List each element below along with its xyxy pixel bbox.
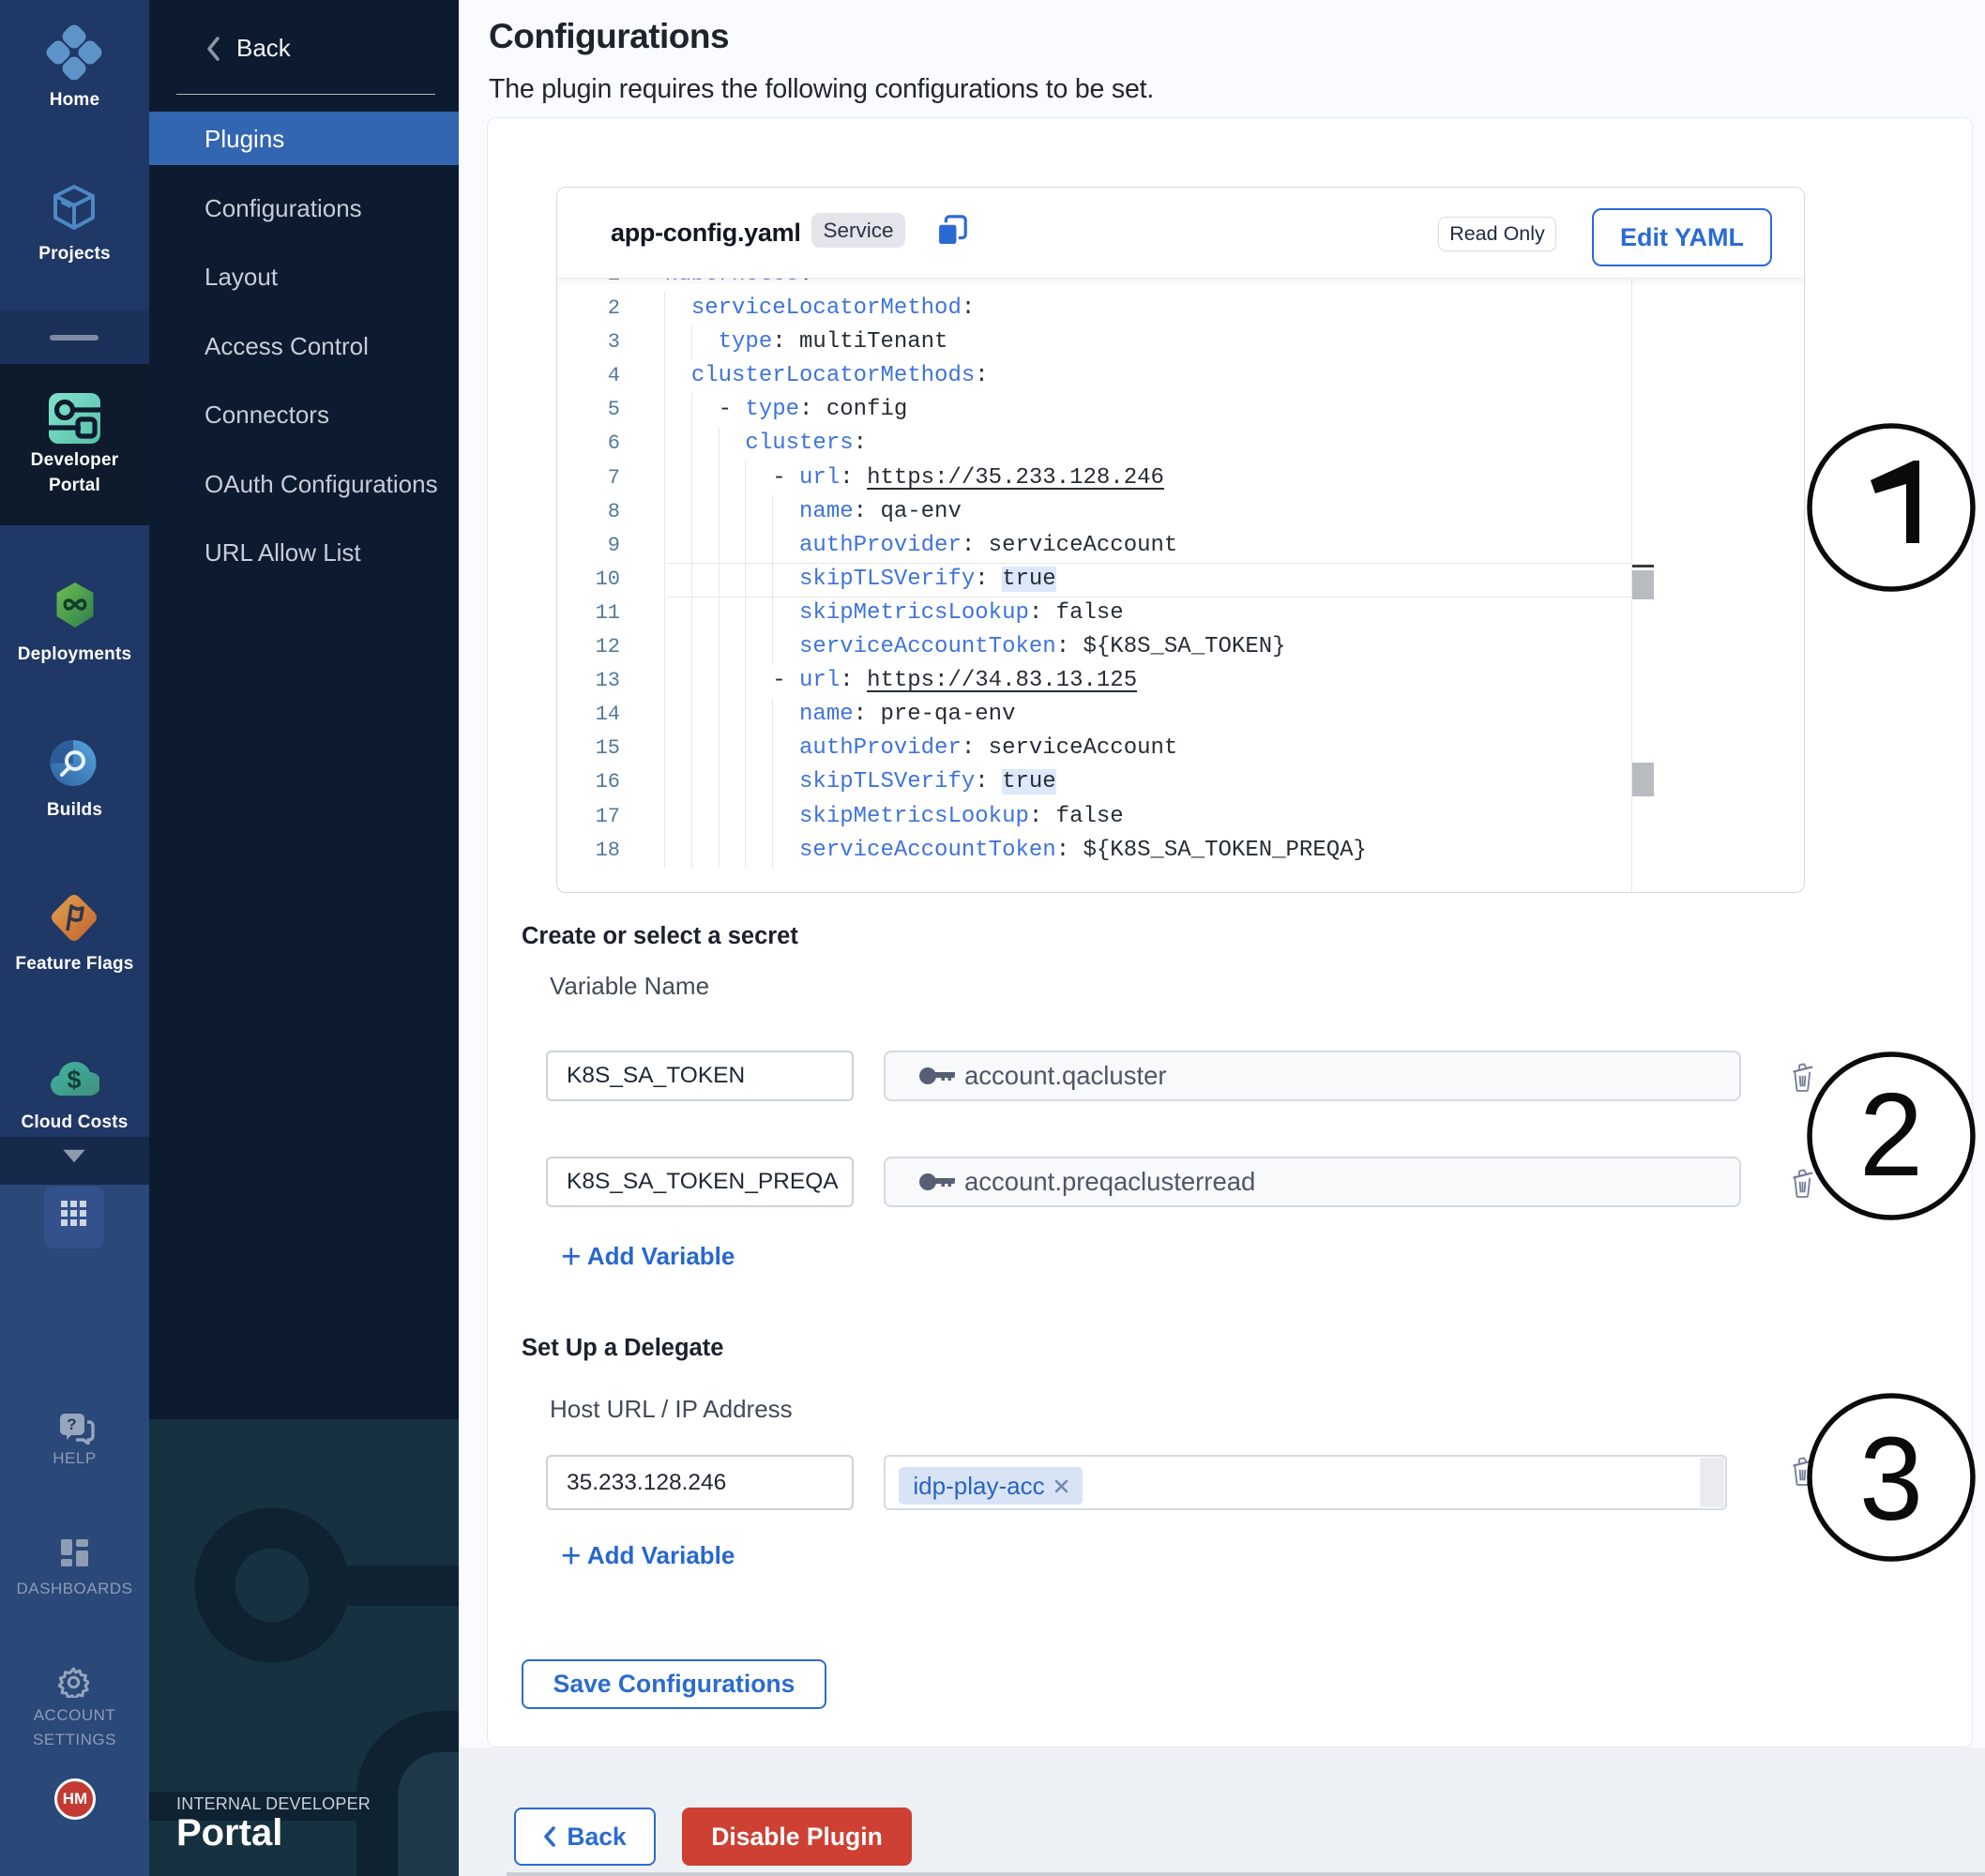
svg-text:2: 2	[1859, 1068, 1923, 1201]
svg-text:3: 3	[1859, 1413, 1923, 1545]
